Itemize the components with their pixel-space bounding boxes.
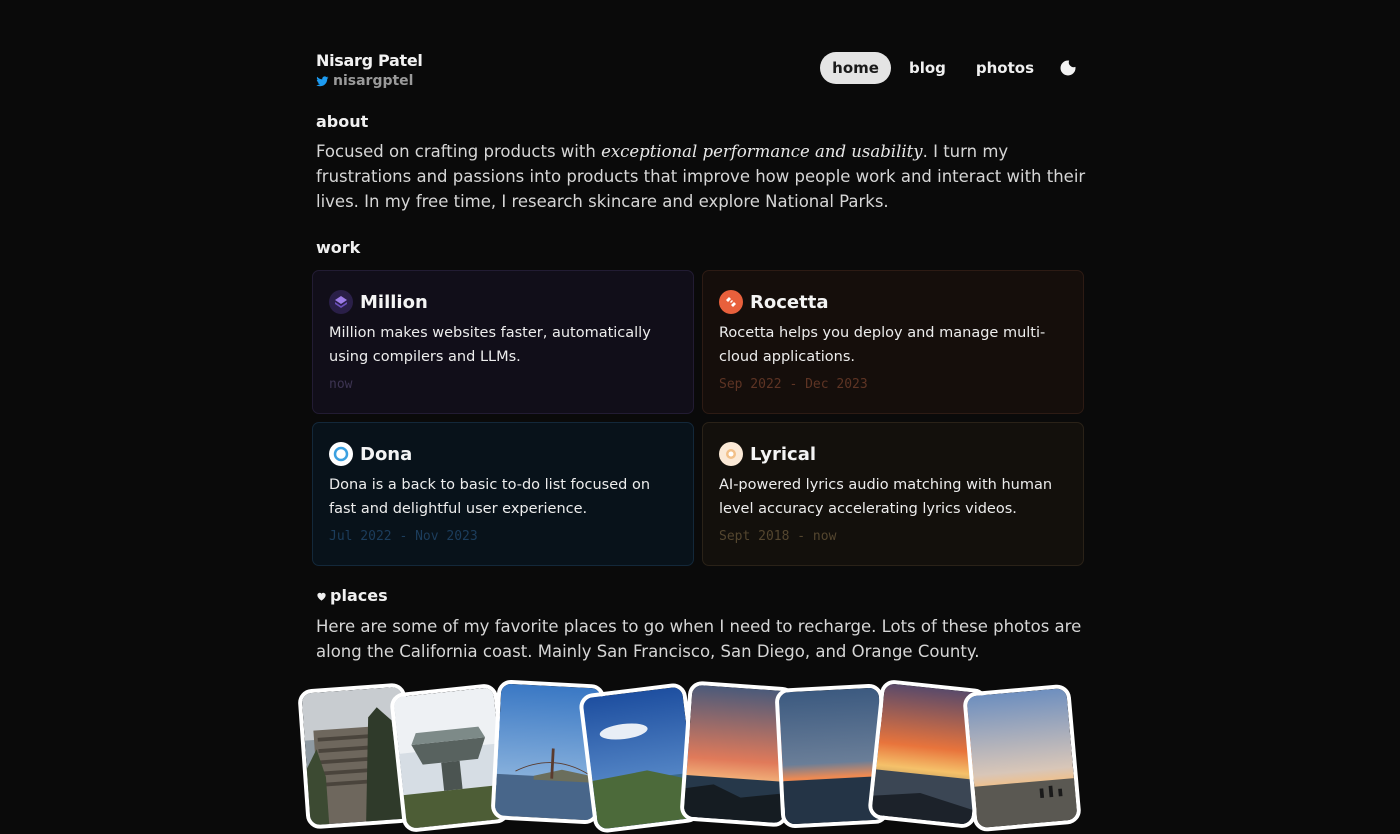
card-description: Dona is a back to basic to-do list focus… — [329, 477, 651, 517]
card-title: Lyrical — [750, 443, 817, 465]
nav-blog[interactable]: blog — [897, 52, 958, 84]
card-description: Million makes websites faster, automatic… — [329, 325, 651, 365]
handle-text: nisargptel — [333, 73, 414, 89]
work-grid: Million Million makes websites faster, a… — [312, 270, 1084, 566]
card-date: now — [329, 377, 353, 392]
places-heading-text: places — [330, 586, 388, 605]
photo-stack — [297, 678, 1100, 834]
card-date: Jul 2022 - Nov 2023 — [329, 529, 478, 544]
nav-home[interactable]: home — [820, 52, 891, 84]
twitter-icon — [316, 75, 329, 86]
card-date: Sep 2022 - Dec 2023 — [719, 377, 868, 392]
card-title-row: Rocetta — [719, 289, 1067, 315]
dona-logo-icon — [329, 442, 353, 466]
work-card-dona[interactable]: Dona Dona is a back to basic to-do list … — [312, 422, 694, 566]
card-title-row: Dona — [329, 441, 677, 467]
site-header: Nisarg Patel nisargptel home blog photos — [316, 50, 1084, 94]
card-description: AI-powered lyrics audio matching with hu… — [719, 477, 1053, 517]
card-title-row: Lyrical — [719, 441, 1067, 467]
page-container: Nisarg Patel nisargptel home blog photos… — [297, 50, 1085, 834]
photo-beach-sunset[interactable] — [962, 683, 1082, 833]
nav-photos[interactable]: photos — [964, 52, 1046, 84]
card-title: Dona — [360, 443, 413, 465]
card-title: Rocetta — [750, 291, 829, 313]
moon-icon — [1060, 60, 1076, 76]
places-text: Here are some of my favorite places to g… — [316, 617, 1082, 661]
card-date: Sept 2018 - now — [719, 529, 837, 544]
million-logo-icon — [329, 290, 353, 314]
heart-icon — [317, 592, 326, 601]
work-card-lyrical[interactable]: Lyrical AI-powered lyrics audio matching… — [702, 422, 1084, 566]
places-heading: places — [316, 585, 388, 607]
about-heading: about — [316, 112, 369, 131]
work-card-rocetta[interactable]: Rocetta Rocetta helps you deploy and man… — [702, 270, 1084, 414]
card-title: Million — [360, 291, 428, 313]
card-title-row: Million — [329, 289, 677, 315]
lyrical-logo-icon — [719, 442, 743, 466]
main-nav: home blog photos — [820, 52, 1084, 84]
theme-toggle-button[interactable] — [1052, 52, 1084, 84]
about-text: Focused on crafting products with except… — [316, 139, 1096, 214]
card-description: Rocetta helps you deploy and manage mult… — [719, 325, 1046, 365]
about-text-start: Focused on crafting products with — [316, 142, 602, 161]
rocetta-logo-icon — [719, 290, 743, 314]
work-card-million[interactable]: Million Million makes websites faster, a… — [312, 270, 694, 414]
about-emphasis: exceptional performance and usability — [601, 142, 923, 161]
work-heading: work — [316, 238, 361, 257]
